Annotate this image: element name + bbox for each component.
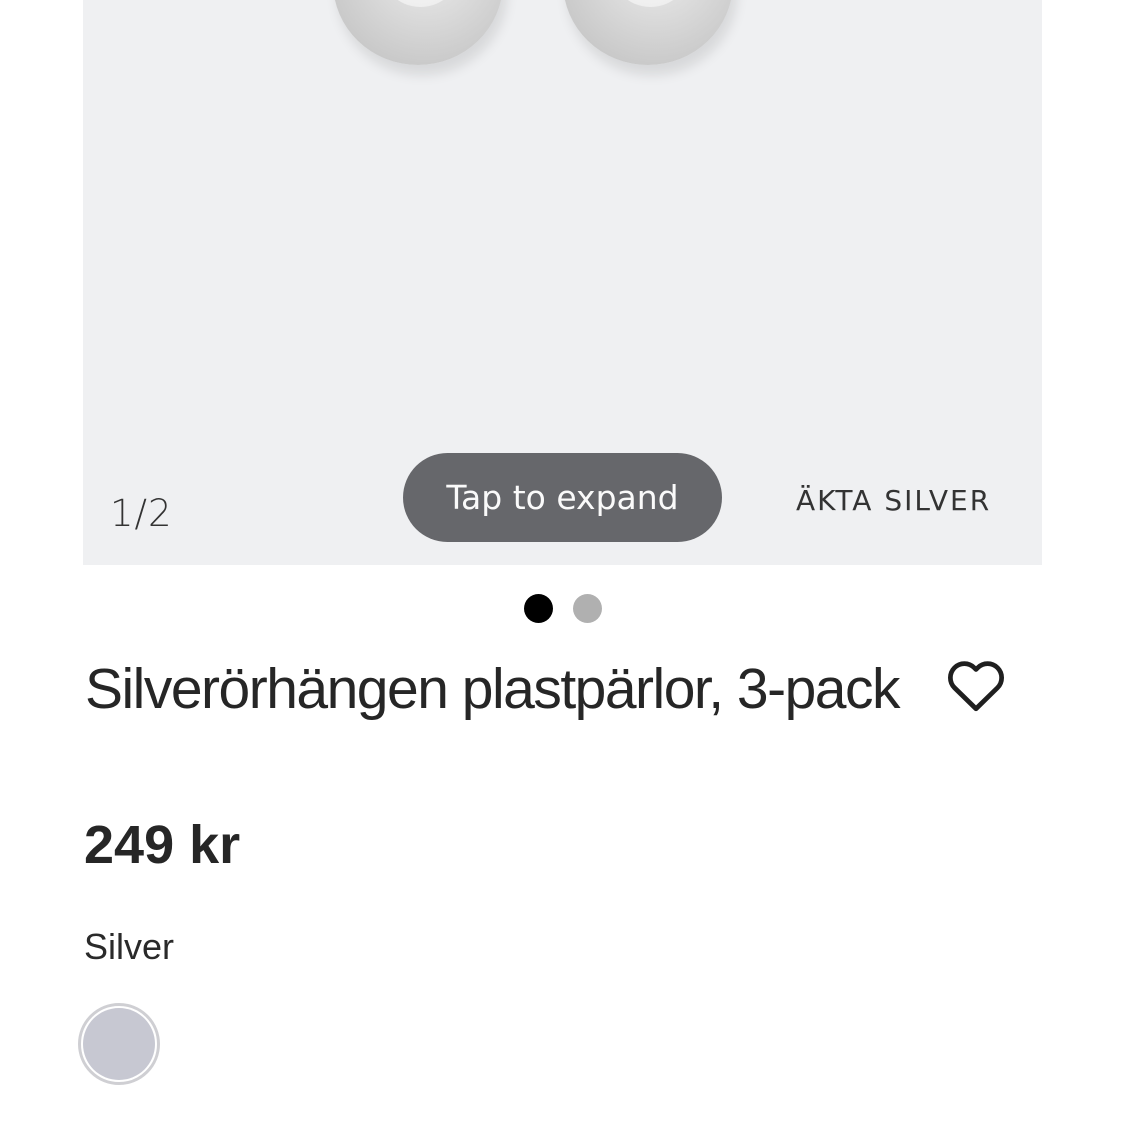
color-swatch-fill [83,1008,155,1080]
selected-color-label: Silver [84,926,175,967]
pagination-dot-2[interactable] [572,594,602,623]
product-title: Silverörhängen plastpärlor, 3-pack [85,657,901,721]
image-counter: 1/2 [110,492,173,535]
material-tag: ÄKTA SILVER [796,484,992,517]
product-image-earring-left [333,0,503,65]
color-swatch-silver[interactable] [78,1003,160,1085]
product-price: 249 kr [84,815,241,875]
product-image-earring-right [563,0,733,65]
pagination-dot-1[interactable] [523,594,553,623]
tap-to-expand-button[interactable]: Tap to expand [403,453,722,542]
gallery-pagination [0,594,1125,623]
heart-icon[interactable] [946,657,1006,713]
